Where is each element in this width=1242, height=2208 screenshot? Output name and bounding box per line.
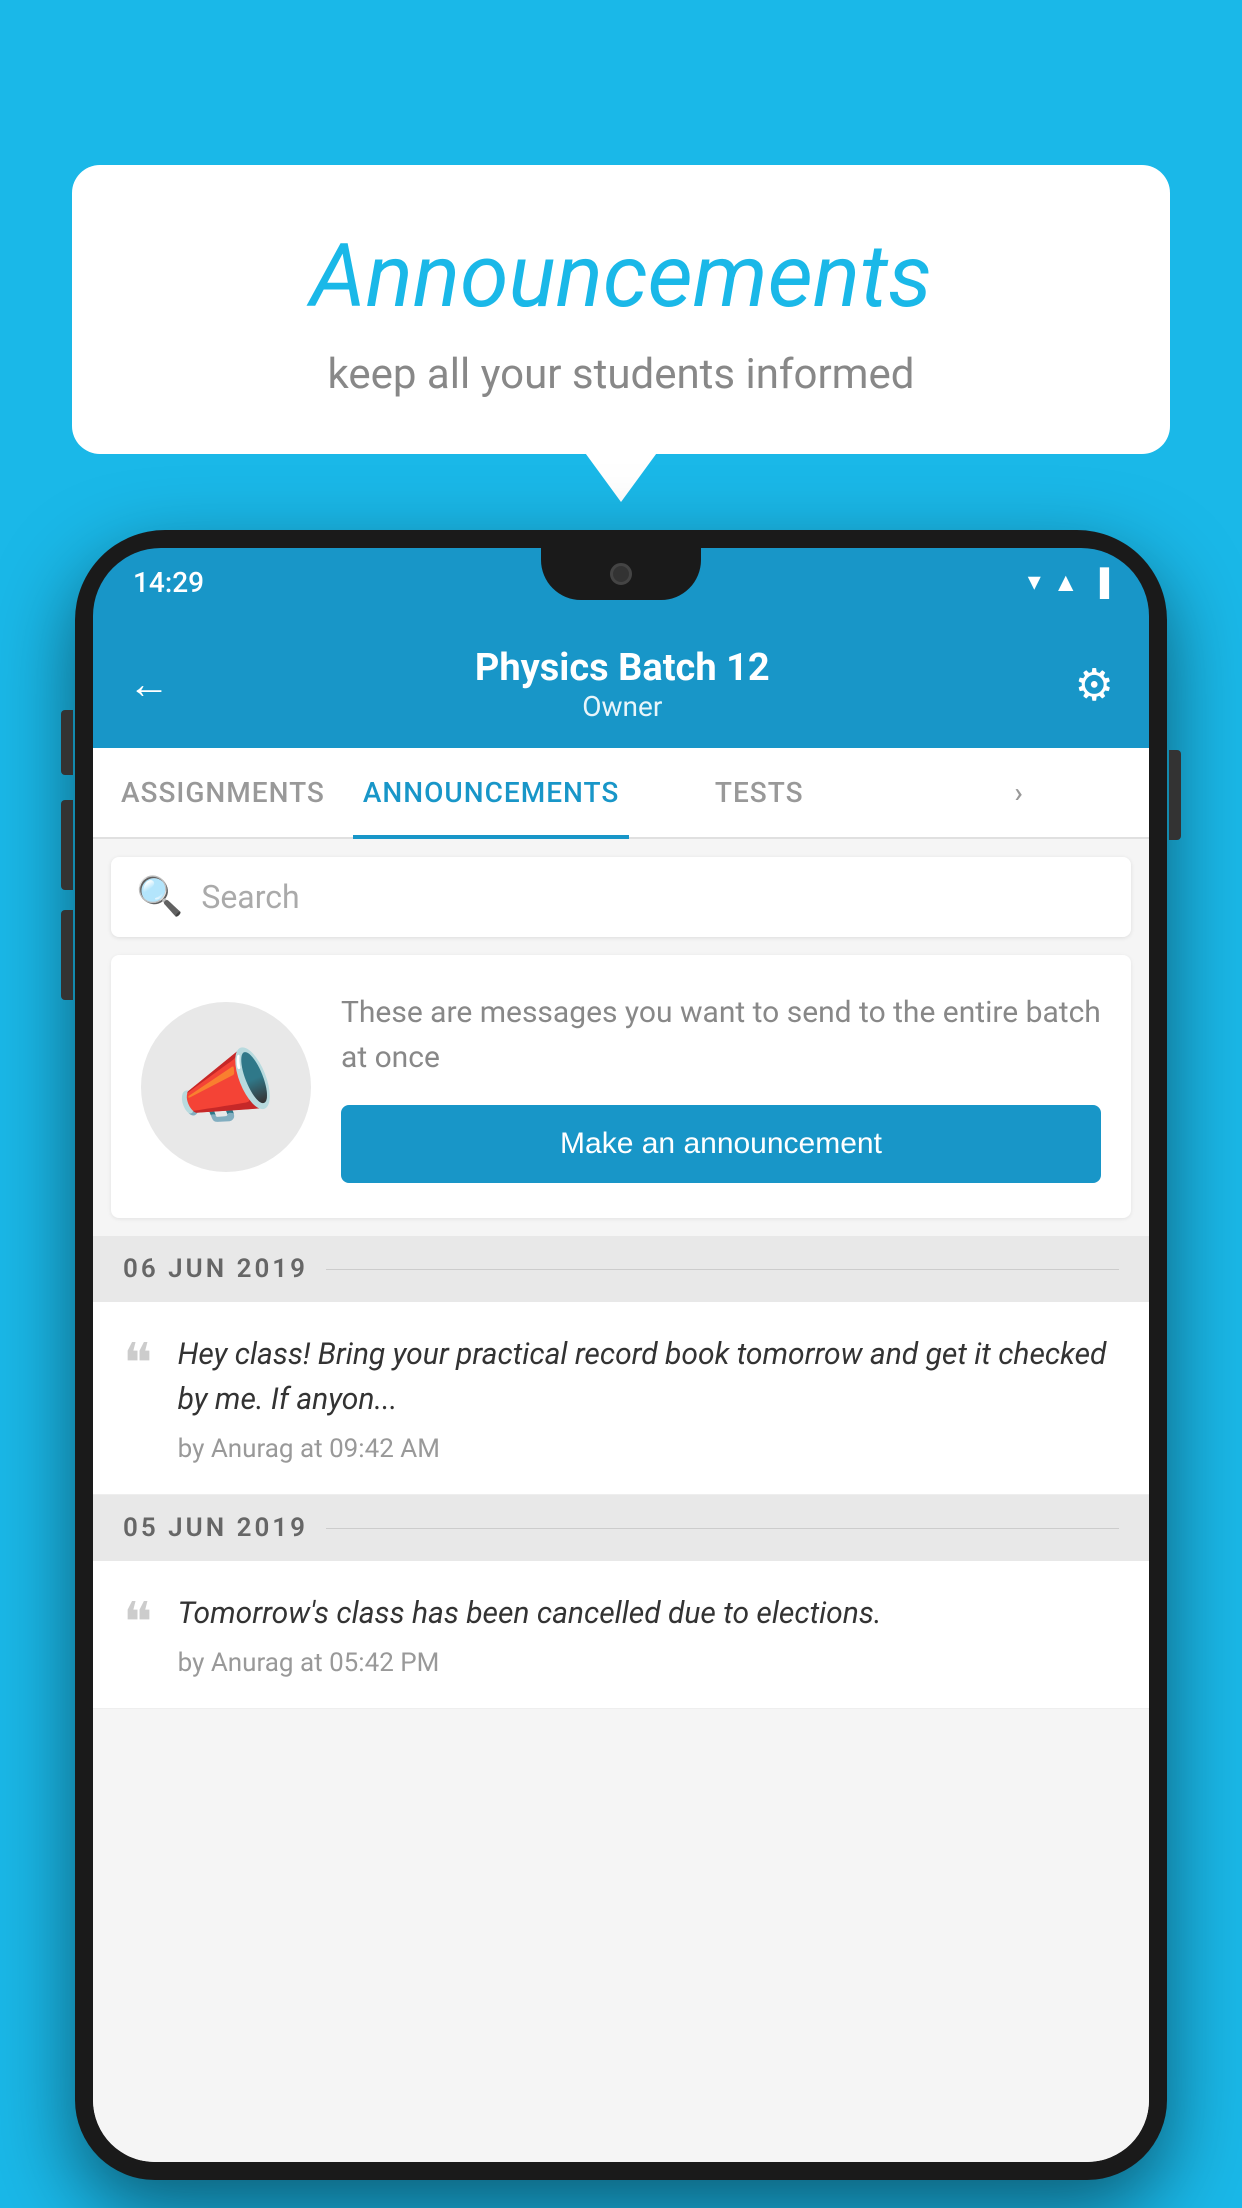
- tab-announcements[interactable]: ANNOUNCEMENTS: [353, 748, 629, 837]
- volume-down-button: [61, 910, 73, 1000]
- megaphone-circle: 📣: [141, 1002, 311, 1172]
- status-bar: 14:29 ▾ ▲ ▐: [93, 548, 1149, 616]
- announcement-item-2[interactable]: ❝ Tomorrow's class has been cancelled du…: [93, 1561, 1149, 1709]
- date-separator-2: 05 JUN 2019: [93, 1495, 1149, 1561]
- search-placeholder: Search: [201, 878, 299, 916]
- announcement-meta-2: by Anurag at 05:42 PM: [178, 1648, 1119, 1678]
- speech-bubble: Announcements keep all your students inf…: [72, 165, 1170, 454]
- status-time: 14:29: [133, 566, 204, 599]
- speech-bubble-container: Announcements keep all your students inf…: [72, 165, 1170, 454]
- app-bar-title-group: Physics Batch 12 Owner: [475, 646, 770, 723]
- announcement-item-1[interactable]: ❝ Hey class! Bring your practical record…: [93, 1302, 1149, 1495]
- search-bar[interactable]: 🔍 Search: [111, 857, 1131, 937]
- date-separator-1: 06 JUN 2019: [93, 1236, 1149, 1302]
- tab-assignments[interactable]: ASSIGNMENTS: [93, 748, 353, 837]
- quote-icon-2: ❝: [123, 1596, 153, 1651]
- tab-tests[interactable]: TESTS: [629, 748, 889, 837]
- announcement-content-1: Hey class! Bring your practical record b…: [178, 1332, 1119, 1464]
- signal-icon: ▲: [1053, 567, 1079, 598]
- status-icons: ▾ ▲ ▐: [1028, 567, 1109, 598]
- announcement-text-1: Hey class! Bring your practical record b…: [178, 1332, 1119, 1422]
- phone-frame: 14:29 ▾ ▲ ▐ ← Physics Batch 12 Owner ⚙: [75, 530, 1167, 2180]
- back-button[interactable]: ←: [128, 660, 170, 709]
- mute-button: [61, 710, 73, 775]
- make-announcement-button[interactable]: Make an announcement: [341, 1105, 1101, 1183]
- phone-notch: [541, 548, 701, 600]
- quote-icon-1: ❝: [123, 1337, 153, 1392]
- announcement-prompt: 📣 These are messages you want to send to…: [111, 955, 1131, 1218]
- search-icon: 🔍: [136, 875, 183, 919]
- app-bar: ← Physics Batch 12 Owner ⚙: [93, 616, 1149, 748]
- battery-icon: ▐: [1091, 567, 1109, 598]
- front-camera: [610, 563, 632, 585]
- announcement-content-2: Tomorrow's class has been cancelled due …: [178, 1591, 1119, 1678]
- phone-screen: ← Physics Batch 12 Owner ⚙ ASSIGNMENTS A…: [93, 616, 1149, 2162]
- speech-bubble-title: Announcements: [122, 225, 1120, 328]
- announcement-text-2: Tomorrow's class has been cancelled due …: [178, 1591, 1119, 1636]
- announcement-meta-1: by Anurag at 09:42 AM: [178, 1434, 1119, 1464]
- tab-more[interactable]: ›: [889, 748, 1149, 837]
- megaphone-icon: 📣: [176, 1040, 276, 1134]
- date-label-2: 05 JUN 2019: [123, 1513, 308, 1543]
- date-label-1: 06 JUN 2019: [123, 1254, 308, 1284]
- app-bar-title: Physics Batch 12: [475, 646, 770, 690]
- date-separator-line-1: [326, 1269, 1119, 1270]
- settings-icon[interactable]: ⚙: [1075, 659, 1114, 711]
- content-area: 🔍 Search 📣 These are messages you want t…: [93, 839, 1149, 2162]
- power-button: [1169, 750, 1181, 840]
- speech-bubble-subtitle: keep all your students informed: [122, 350, 1120, 399]
- volume-up-button: [61, 800, 73, 890]
- app-bar-subtitle: Owner: [475, 690, 770, 723]
- date-separator-line-2: [326, 1528, 1119, 1529]
- tab-bar: ASSIGNMENTS ANNOUNCEMENTS TESTS ›: [93, 748, 1149, 839]
- announcement-description: These are messages you want to send to t…: [341, 990, 1101, 1080]
- phone-container: 14:29 ▾ ▲ ▐ ← Physics Batch 12 Owner ⚙: [75, 530, 1167, 2208]
- announcement-right: These are messages you want to send to t…: [341, 990, 1101, 1183]
- wifi-icon: ▾: [1028, 567, 1041, 597]
